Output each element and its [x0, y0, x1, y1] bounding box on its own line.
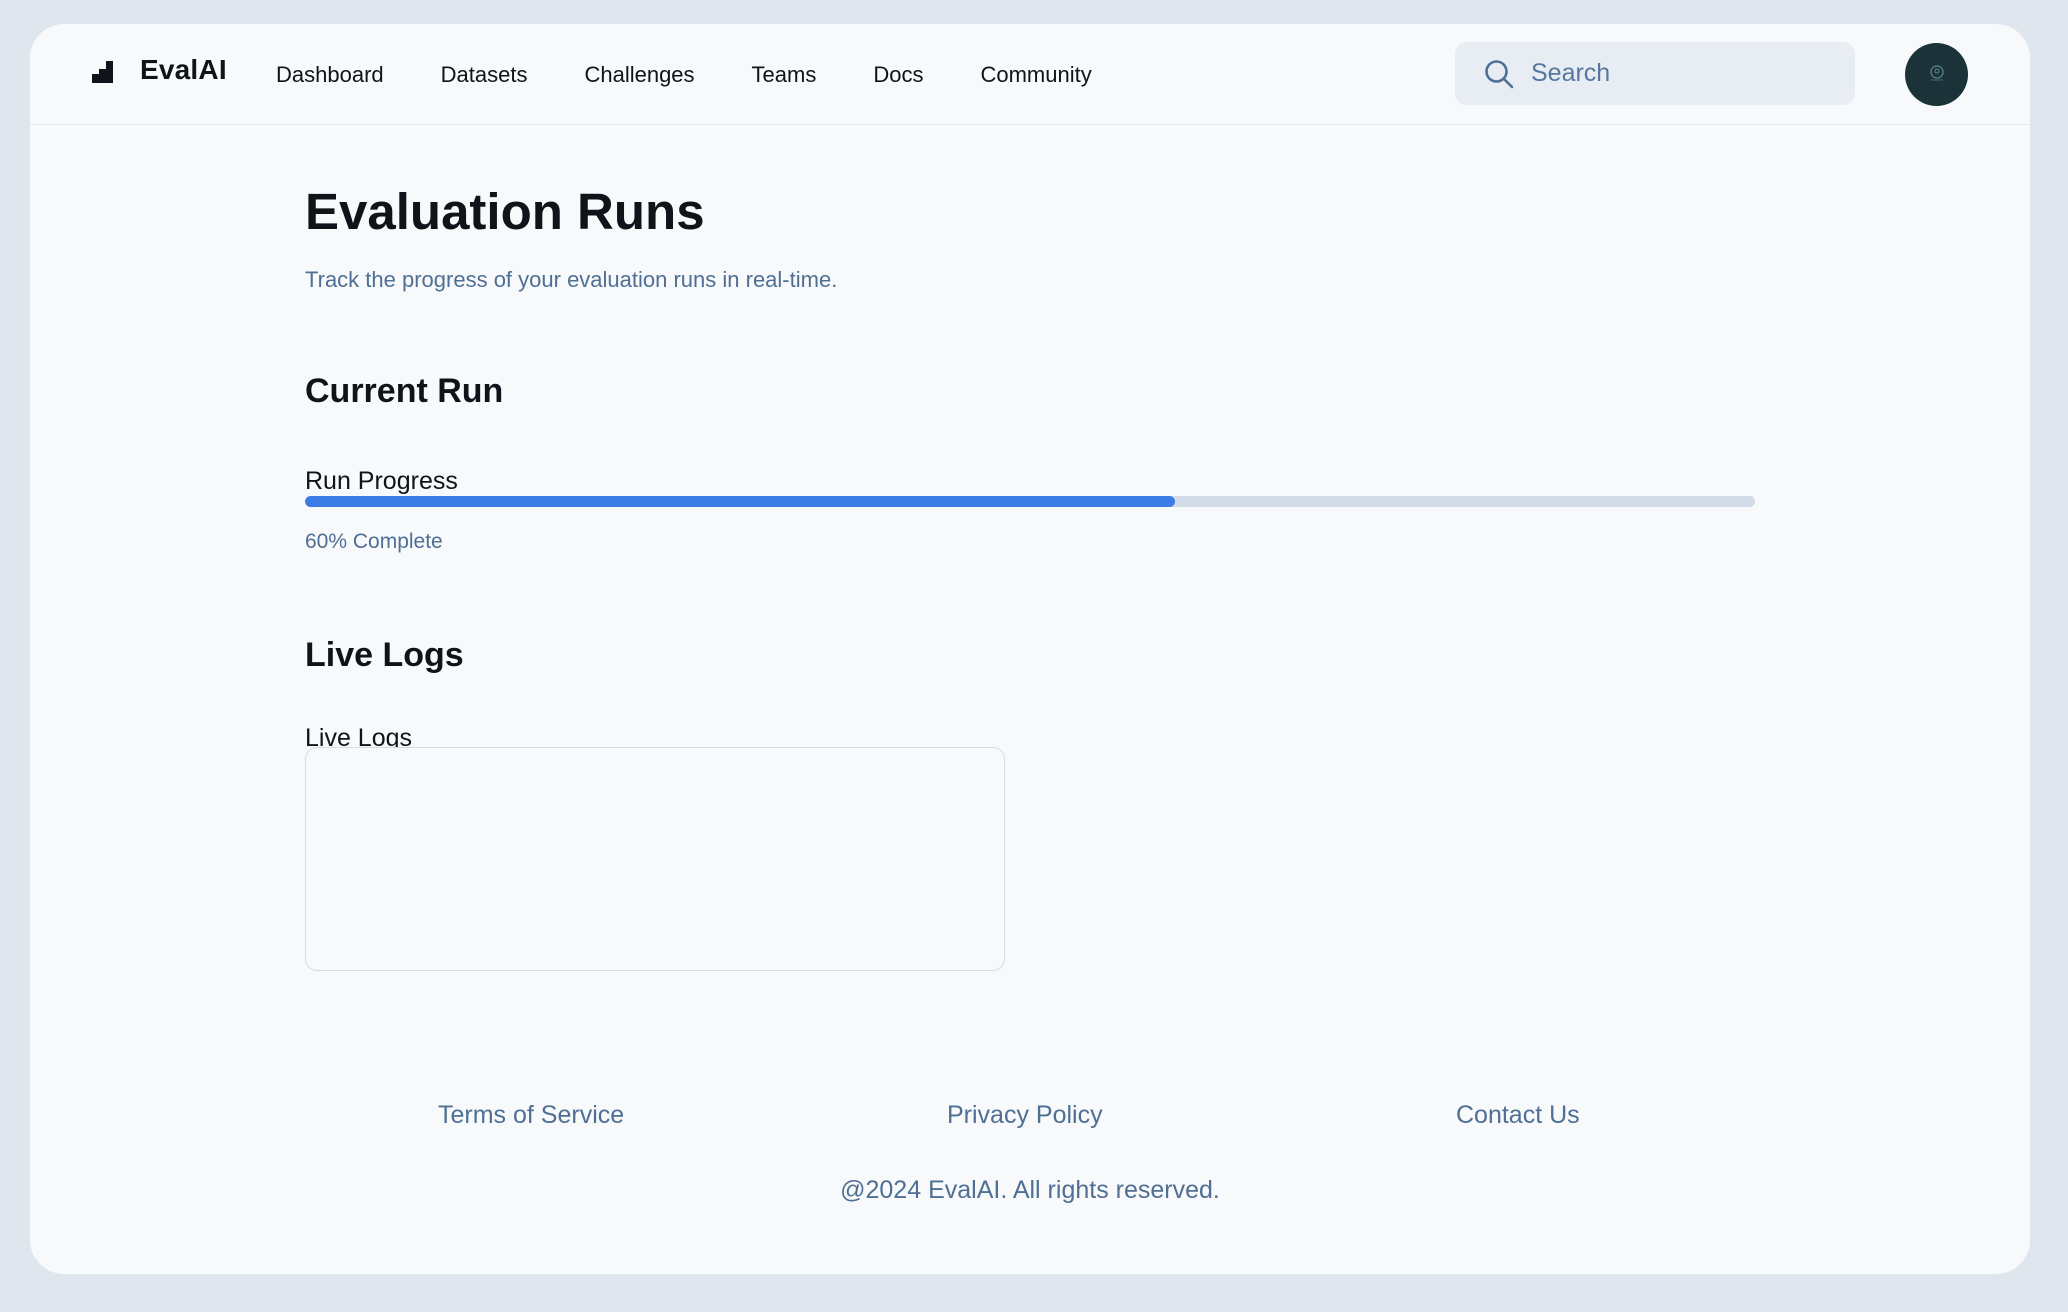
brand-logo[interactable]: EvalAI: [92, 54, 227, 86]
nav-community[interactable]: Community: [980, 62, 1091, 88]
page-subtitle: Track the progress of your evaluation ru…: [305, 267, 838, 292]
top-navbar: EvalAI Dashboard Datasets Challenges Tea…: [30, 24, 2030, 125]
page-title: Evaluation Runs: [305, 183, 705, 240]
live-logs-heading: Live Logs: [305, 636, 464, 674]
search-input[interactable]: [1531, 59, 1831, 88]
footer-terms-link[interactable]: Terms of Service: [438, 1101, 624, 1130]
nav-docs[interactable]: Docs: [873, 62, 923, 88]
current-run-heading: Current Run: [305, 372, 504, 410]
progress-label: Run Progress: [305, 467, 458, 495]
user-avatar[interactable]: [1905, 43, 1968, 106]
nav-dashboard[interactable]: Dashboard: [276, 62, 384, 88]
bar-chart-icon: [92, 61, 113, 83]
footer-contact-link[interactable]: Contact Us: [1456, 1101, 1580, 1130]
app-window: EvalAI Dashboard Datasets Challenges Tea…: [30, 24, 2030, 1274]
brand-name: EvalAI: [140, 54, 227, 85]
progress-status: 60% Complete: [305, 530, 443, 553]
avatar-icon: [1929, 64, 1944, 80]
nav-teams[interactable]: Teams: [752, 62, 817, 88]
search-icon: [1485, 59, 1514, 88]
nav-datasets[interactable]: Datasets: [441, 62, 528, 88]
main-nav: Dashboard Datasets Challenges Teams Docs…: [276, 62, 1149, 88]
progress-bar-fill: [305, 496, 1175, 507]
copyright-text: @2024 EvalAI. All rights reserved.: [840, 1176, 1220, 1204]
progress-bar: [305, 496, 1755, 507]
nav-challenges[interactable]: Challenges: [584, 62, 694, 88]
footer-privacy-link[interactable]: Privacy Policy: [947, 1101, 1103, 1130]
live-logs-textarea[interactable]: [305, 747, 1005, 971]
search-box[interactable]: [1455, 42, 1855, 105]
